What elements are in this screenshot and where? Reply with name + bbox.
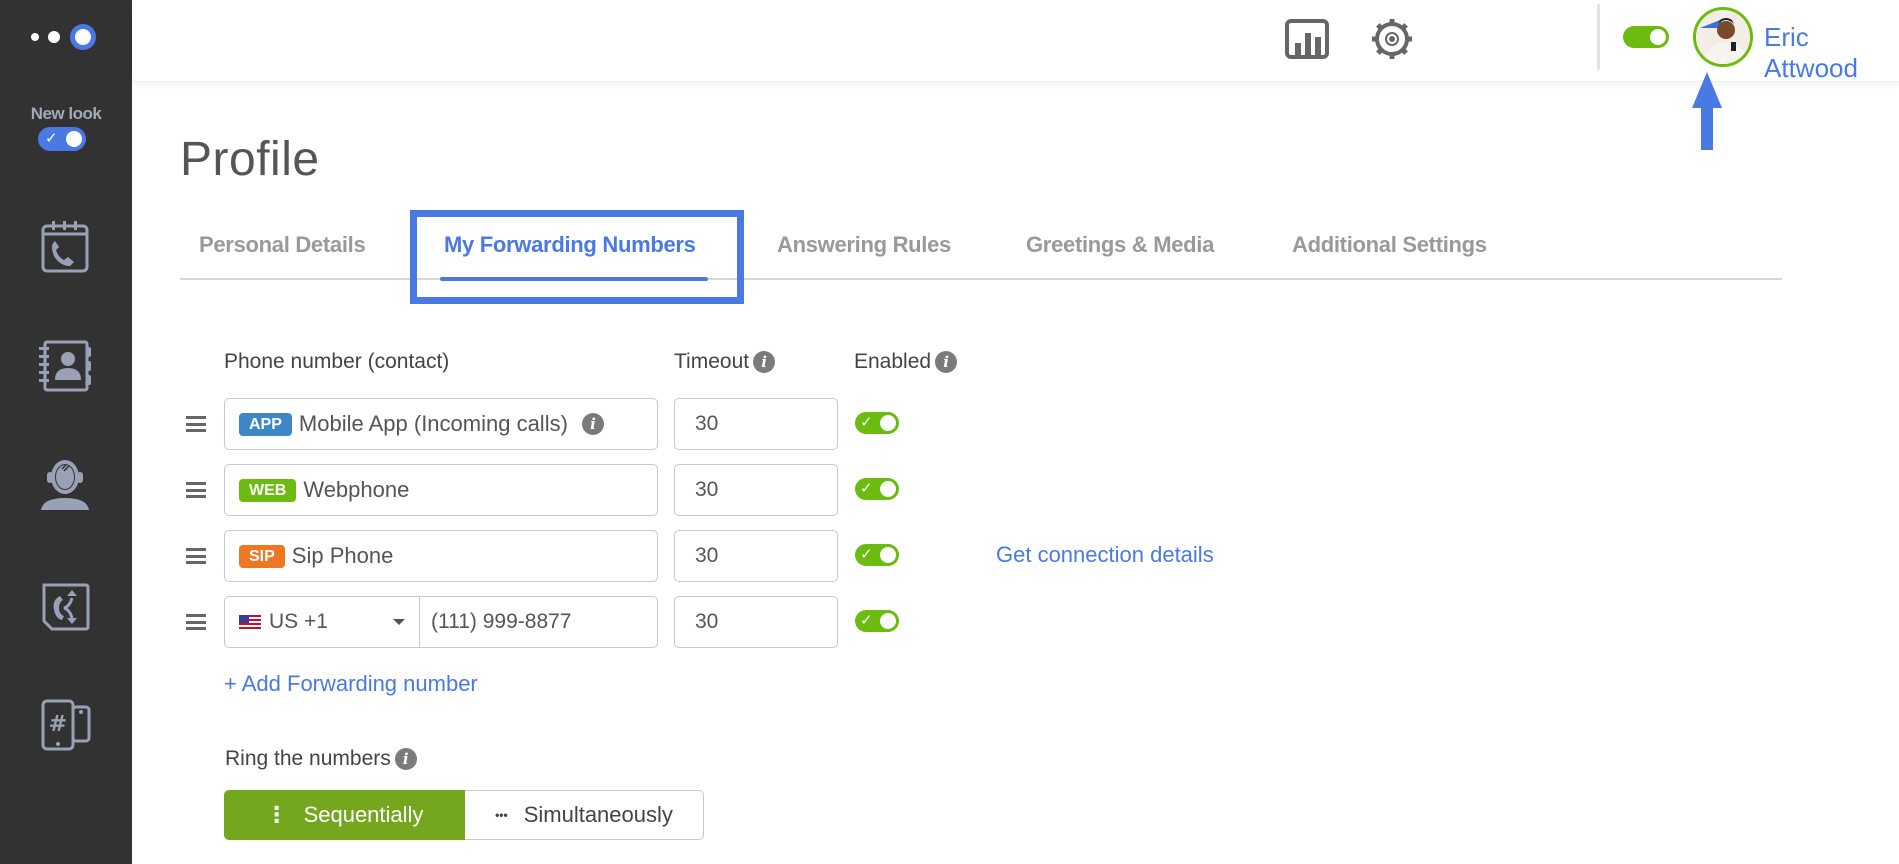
forwarding-row: SIP Sip Phone ✓ Get connection details [0,530,1899,582]
info-icon[interactable]: i [581,413,604,435]
enabled-toggle[interactable]: ✓ [855,412,899,434]
simultaneously-label: Simultaneously [523,802,673,827]
tab-personal-details[interactable]: Personal Details [199,232,366,258]
app-badge: APP [239,412,292,436]
drag-handle-icon[interactable] [186,614,206,630]
phone-label: Mobile App (Incoming calls) [298,411,568,436]
phone-field[interactable]: SIP Sip Phone [224,530,658,582]
drag-handle-icon[interactable] [186,548,206,564]
bar-chart-icon[interactable] [1284,18,1330,60]
ring-numbers-text: Ring the numbers [225,747,391,770]
timeout-input[interactable] [674,398,838,450]
sip-badge: SIP [239,544,285,568]
tab-answering-rules[interactable]: Answering Rules [777,232,951,258]
simultaneously-button[interactable]: ••• Simultaneously [465,790,704,840]
top-header: Eric Attwood [132,0,1899,84]
get-connection-details-link[interactable]: Get connection details [996,542,1214,568]
timeout-input[interactable] [674,596,838,648]
drag-handle-icon[interactable] [186,482,206,498]
phone-number-input[interactable] [421,597,657,647]
phone-field[interactable]: WEB Webphone [224,464,658,516]
tab-additional-settings[interactable]: Additional Settings [1292,232,1487,258]
phone-label: Sip Phone [291,543,394,568]
new-look-label: New look [30,104,102,123]
column-header-timeout-label: Timeout [674,350,750,373]
phone-label: Webphone [303,477,410,502]
header-divider [1597,4,1600,70]
column-header-phone-label: Phone number (contact) [224,350,450,373]
horizontal-dots-icon: ••• [495,808,508,822]
web-badge: WEB [239,478,297,502]
address-book-icon[interactable] [36,337,94,395]
annotation-highlight-box [410,210,744,304]
svg-text:#: # [49,712,67,737]
dropdown-caret-icon [393,619,405,625]
hash-phones-icon[interactable]: # [36,697,94,755]
check-icon: ✓ [45,130,58,147]
forwarding-row: WEB Webphone ✓ [0,464,1899,516]
enabled-toggle[interactable]: ✓ [855,610,899,632]
annotation-arrow-icon [1692,72,1722,150]
user-name[interactable]: Eric Attwood [1764,22,1899,84]
vertical-dots-icon: ⋮ [265,802,288,827]
tab-greetings-media[interactable]: Greetings & Media [1026,232,1214,258]
sequentially-button[interactable]: ⋮ Sequentially [224,790,465,840]
enabled-toggle[interactable]: ✓ [855,478,899,500]
three-dots-logo-icon[interactable] [30,20,102,54]
info-icon[interactable]: i [753,351,776,373]
avatar[interactable] [1693,7,1753,67]
info-icon[interactable]: i [394,748,417,770]
sequentially-label: Sequentially [303,802,424,827]
forwarding-row: US +1 ✓ [0,596,1899,648]
us-flag-icon [239,614,261,630]
column-header-enabled-label: Enabled [854,350,932,373]
new-look-toggle[interactable]: ✓ [38,127,86,151]
availability-toggle[interactable] [1623,26,1669,48]
phone-number-field: US +1 [224,596,658,648]
column-header-timeout: Timeout i [674,350,776,374]
drag-handle-icon[interactable] [186,416,206,432]
timeout-input[interactable] [674,464,838,516]
enabled-toggle[interactable]: ✓ [855,544,899,566]
country-code-value: US +1 [269,610,328,633]
ring-numbers-label: Ring the numbers i [225,747,417,771]
forwarding-row: APP Mobile App (Incoming calls) i ✓ [0,398,1899,450]
gear-icon[interactable] [1369,18,1415,60]
info-icon[interactable]: i [935,351,958,373]
column-header-enabled: Enabled i [854,350,958,374]
page-title: Profile [180,133,320,186]
column-header-phone: Phone number (contact) [224,350,449,374]
calendar-phone-icon[interactable] [36,218,94,276]
phone-field[interactable]: APP Mobile App (Incoming calls) i [224,398,658,450]
timeout-input[interactable] [674,530,838,582]
country-code-select[interactable]: US +1 [225,597,420,647]
add-forwarding-number-link[interactable]: + Add Forwarding number [224,671,478,697]
